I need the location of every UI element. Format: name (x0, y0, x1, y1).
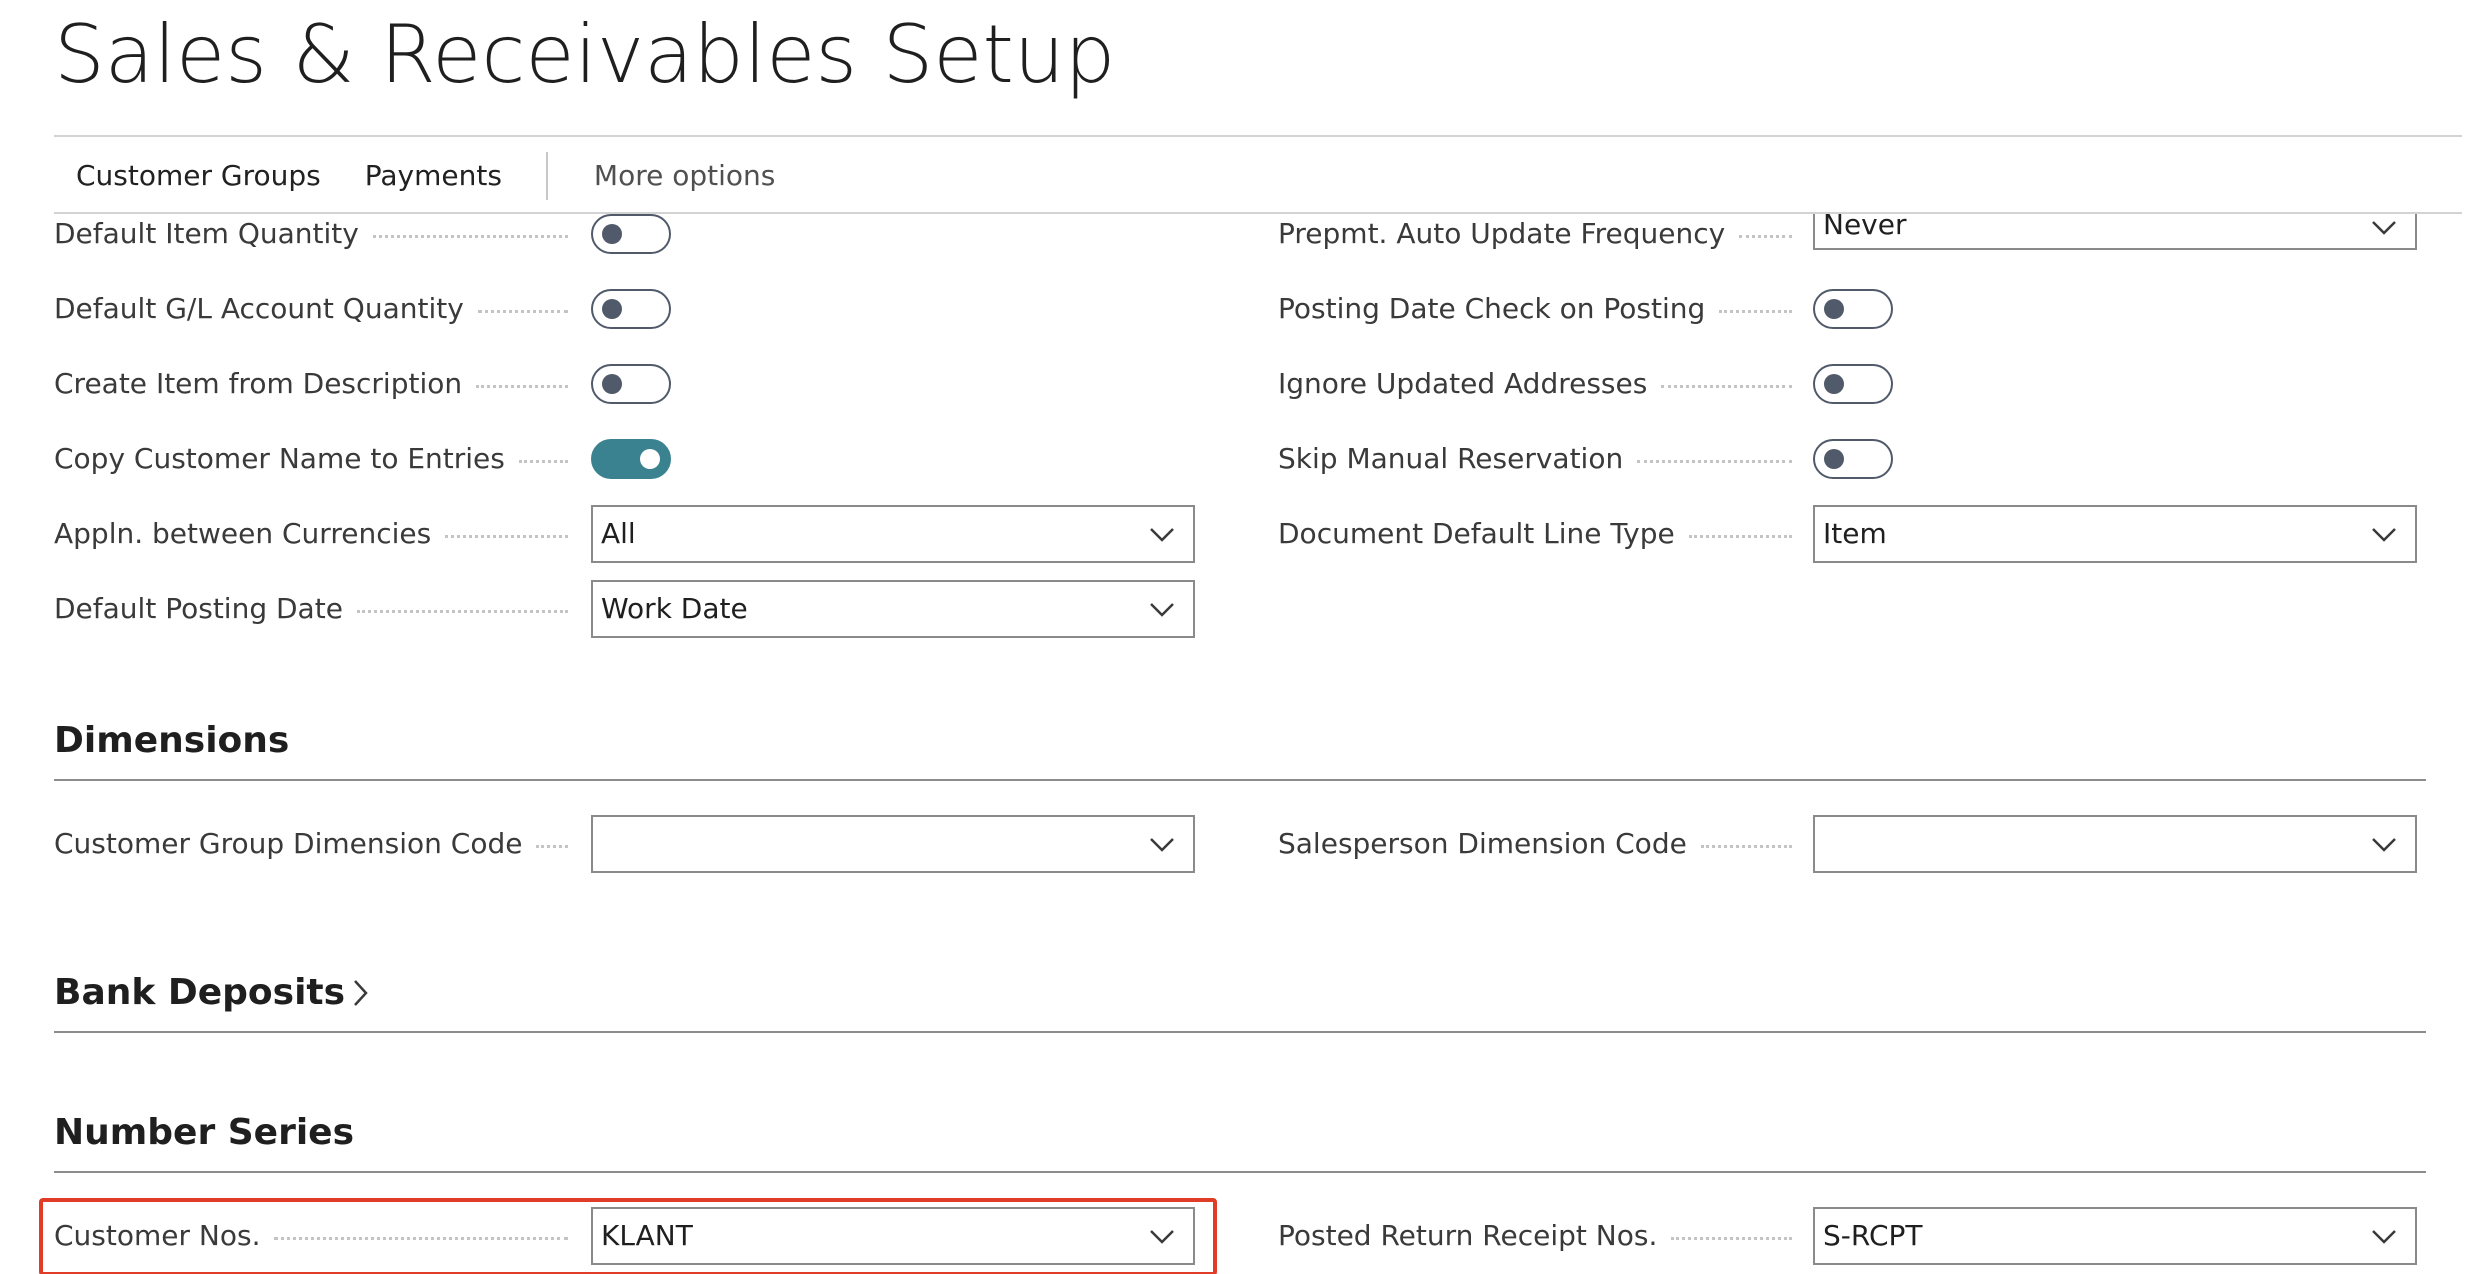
default-gl-account-quantity-label: Default G/L Account Quantity (54, 289, 574, 329)
dimensions-divider (54, 779, 2426, 781)
chevron-down-icon (2372, 838, 2396, 852)
action-bar: Customer Groups Payments More options (54, 140, 2462, 212)
bank-deposits-divider (54, 1031, 2426, 1033)
appln-between-currencies-label: Appln. between Currencies (54, 514, 574, 554)
number-series-divider (54, 1171, 2426, 1173)
more-options-action[interactable]: More options (570, 140, 797, 212)
document-default-line-type-label: Document Default Line Type (1278, 514, 1798, 554)
document-default-line-type-select[interactable]: Item (1813, 505, 2417, 563)
title-divider (54, 135, 2462, 137)
create-item-from-description-label: Create Item from Description (54, 364, 574, 404)
posted-return-receipt-nos-label: Posted Return Receipt Nos. (1278, 1216, 1798, 1256)
create-item-from-description-toggle[interactable] (591, 364, 671, 404)
default-item-quantity-toggle[interactable] (591, 214, 671, 254)
copy-customer-name-to-entries-label: Copy Customer Name to Entries (54, 439, 574, 479)
salesperson-dimension-code-label: Salesperson Dimension Code (1278, 824, 1798, 864)
customer-groups-action[interactable]: Customer Groups (54, 140, 343, 212)
default-item-quantity-label: Default Item Quantity (54, 214, 574, 254)
chevron-down-icon (1150, 838, 1174, 852)
copy-customer-name-to-entries-toggle[interactable] (591, 439, 671, 479)
default-posting-date-select[interactable]: Work Date (591, 580, 1195, 638)
action-separator (545, 152, 548, 200)
ignore-updated-addresses-toggle[interactable] (1813, 364, 1893, 404)
chevron-down-icon (1150, 603, 1174, 617)
bank-deposits-section-title[interactable]: Bank Deposits (54, 972, 369, 1013)
posting-date-check-on-posting-label: Posting Date Check on Posting (1278, 289, 1798, 329)
default-gl-account-quantity-toggle[interactable] (591, 289, 671, 329)
page-title: Sales & Receivables Setup (54, 8, 1116, 101)
ignore-updated-addresses-label: Ignore Updated Addresses (1278, 364, 1798, 404)
customer-group-dimension-code-select[interactable] (591, 815, 1195, 873)
number-series-section-title[interactable]: Number Series (54, 1112, 354, 1153)
payments-action[interactable]: Payments (343, 140, 524, 212)
prepmt-auto-update-frequency-label: Prepmt. Auto Update Frequency (1278, 214, 1798, 254)
default-posting-date-label: Default Posting Date (54, 589, 574, 629)
chevron-down-icon (2372, 528, 2396, 542)
posting-date-check-on-posting-toggle[interactable] (1813, 289, 1893, 329)
customer-group-dimension-code-label: Customer Group Dimension Code (54, 824, 574, 864)
chevron-down-icon (2372, 221, 2396, 235)
chevron-down-icon (1150, 528, 1174, 542)
chevron-right-icon (354, 979, 368, 1006)
skip-manual-reservation-label: Skip Manual Reservation (1278, 439, 1798, 479)
dimensions-section-title[interactable]: Dimensions (54, 720, 289, 761)
customer-nos-highlight (39, 1198, 1217, 1274)
appln-between-currencies-select[interactable]: All (591, 505, 1195, 563)
salesperson-dimension-code-select[interactable] (1813, 815, 2417, 873)
skip-manual-reservation-toggle[interactable] (1813, 439, 1893, 479)
prepmt-auto-update-frequency-select[interactable]: Never (1813, 214, 2417, 250)
chevron-down-icon (2372, 1230, 2396, 1244)
content-area[interactable]: Default Item Quantity Default G/L Accoun… (0, 214, 2484, 1274)
posted-return-receipt-nos-select[interactable]: S-RCPT (1813, 1207, 2417, 1265)
